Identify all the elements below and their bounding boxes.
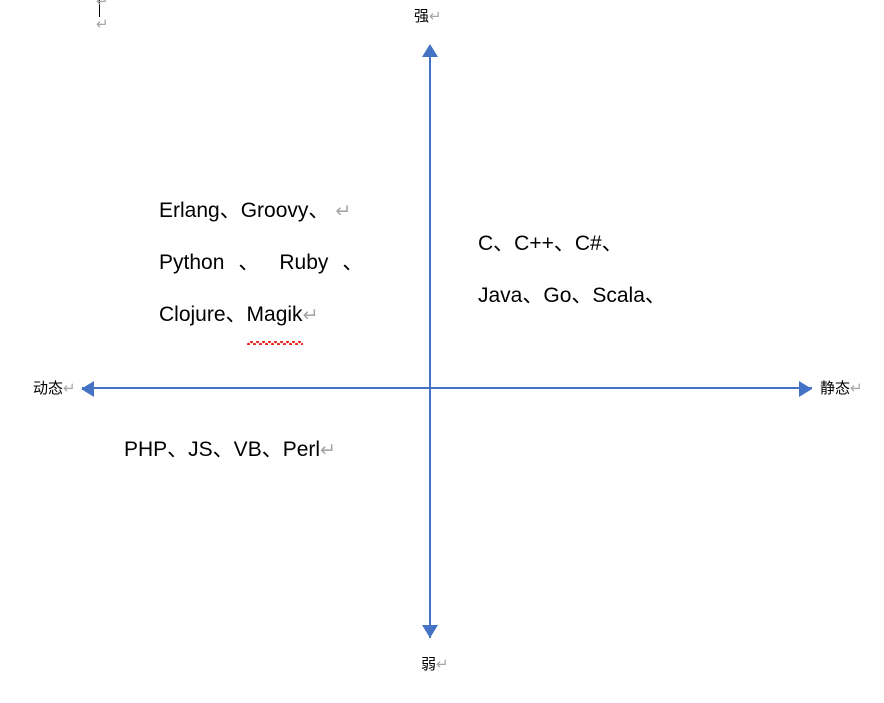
quadrant-line-text: C、C++、C#、 — [478, 232, 623, 255]
paragraph-mark-icon: ↵ — [302, 304, 319, 326]
misspelled-word: Magik — [246, 289, 303, 345]
quadrant-line-text: Clojure、 — [159, 303, 247, 326]
axis-label-left: 动态↵ — [33, 379, 76, 397]
quadrant-line-text: Erlang、Groovy、 — [159, 199, 330, 222]
paragraph-mark-icon: ↵ — [335, 200, 352, 222]
quadrant-line-text: Java、Go、Scala、 — [478, 284, 666, 307]
paragraph-mark-icon: ↵ — [96, 0, 109, 10]
paragraph-mark-icon: ↵ — [850, 379, 863, 397]
axis-label-top-text: 强 — [414, 8, 430, 25]
axis-label-bottom-text: 弱 — [421, 656, 437, 673]
quadrant-line: Python 、 Ruby 、 — [159, 237, 363, 289]
quadrant-line: C、C++、C#、 — [478, 218, 666, 270]
arrow-down-icon — [422, 625, 438, 638]
quadrant-line-text: Ruby — [279, 251, 329, 274]
quadrant-line-separator: 、 — [342, 251, 364, 274]
paragraph-mark-icon: ↵ — [96, 15, 109, 33]
paragraph-mark-icon: ↵ — [429, 7, 442, 25]
axis-label-right-text: 静态 — [820, 380, 851, 397]
quadrant-static-strong: C、C++、C#、 Java、Go、Scala、 — [478, 218, 666, 322]
paragraph-mark-icon: ↵ — [63, 379, 76, 397]
paragraph-mark-icon: ↵ — [320, 439, 336, 461]
arrow-up-icon — [422, 44, 438, 57]
axis-label-left-text: 动态 — [33, 380, 64, 397]
horizontal-axis-line — [82, 387, 812, 389]
vertical-axis-line — [429, 46, 431, 638]
quadrant-line: Erlang、Groovy、 ↵ — [159, 185, 363, 237]
axis-label-bottom: 弱↵ — [421, 655, 449, 673]
quadrant-dynamic-weak: PHP、JS、VB、Perl↵ — [124, 424, 336, 476]
arrow-left-icon — [81, 381, 94, 397]
quadrant-line-text: PHP、JS、VB、Perl — [124, 438, 321, 461]
quadrant-line: Java、Go、Scala、 — [478, 270, 666, 322]
quadrant-line: Clojure、Magik↵ — [159, 289, 363, 345]
paragraph-mark-icon: ↵ — [436, 655, 449, 673]
quadrant-line-text: Python — [159, 251, 225, 274]
axis-label-top: 强↵ — [414, 7, 442, 25]
document-canvas: ↵ ↵ 强↵ 弱↵ 动态↵ 静态↵ Erlang、Groovy、 ↵ Python… — [0, 0, 884, 703]
axis-label-right: 静态↵ — [820, 379, 863, 397]
quadrant-dynamic-strong: Erlang、Groovy、 ↵ Python、 Ruby、 Clojure、Mag… — [159, 185, 363, 345]
quadrant-line-separator: 、 — [238, 251, 260, 274]
quadrant-line: PHP、JS、VB、Perl↵ — [124, 424, 336, 476]
arrow-right-icon — [799, 381, 812, 397]
